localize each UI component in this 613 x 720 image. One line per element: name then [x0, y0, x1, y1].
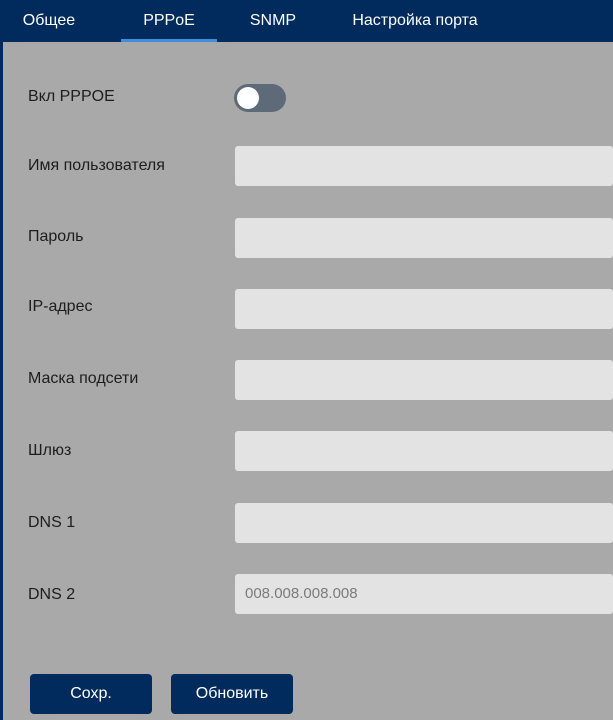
gateway-label: Шлюз	[28, 442, 72, 459]
tab-port-settings[interactable]: Настройка порта	[340, 0, 490, 42]
dns1-input[interactable]	[235, 503, 613, 543]
ip-address-label: IP-адрес	[28, 298, 93, 315]
save-button[interactable]: Сохр.	[30, 674, 152, 714]
subnet-mask-label: Маска подсети	[28, 370, 139, 387]
enable-pppoe-toggle[interactable]	[234, 84, 286, 112]
dns1-label: DNS 1	[28, 514, 76, 531]
password-input[interactable]	[235, 218, 613, 258]
ip-address-input[interactable]	[235, 289, 613, 329]
tab-bar: Общее PPPoE SNMP Настройка порта	[3, 0, 613, 42]
refresh-button[interactable]: Обновить	[171, 674, 293, 714]
toggle-knob	[237, 87, 259, 109]
username-input[interactable]	[235, 146, 613, 186]
password-label: Пароль	[28, 228, 84, 245]
tab-general[interactable]: Общее	[17, 0, 81, 42]
tab-pppoe[interactable]: PPPoE	[121, 0, 217, 42]
username-label: Имя пользователя	[28, 157, 165, 174]
dns2-label: DNS 2	[28, 586, 76, 603]
dns2-input[interactable]: 008.008.008.008	[235, 574, 613, 614]
enable-pppoe-label: Вкл PPPOE	[28, 88, 115, 105]
tab-snmp[interactable]: SNMP	[239, 0, 307, 42]
subnet-mask-input[interactable]	[235, 360, 613, 400]
gateway-input[interactable]	[235, 431, 613, 471]
settings-panel: Общее PPPoE SNMP Настройка порта Вкл PPP…	[0, 0, 613, 720]
